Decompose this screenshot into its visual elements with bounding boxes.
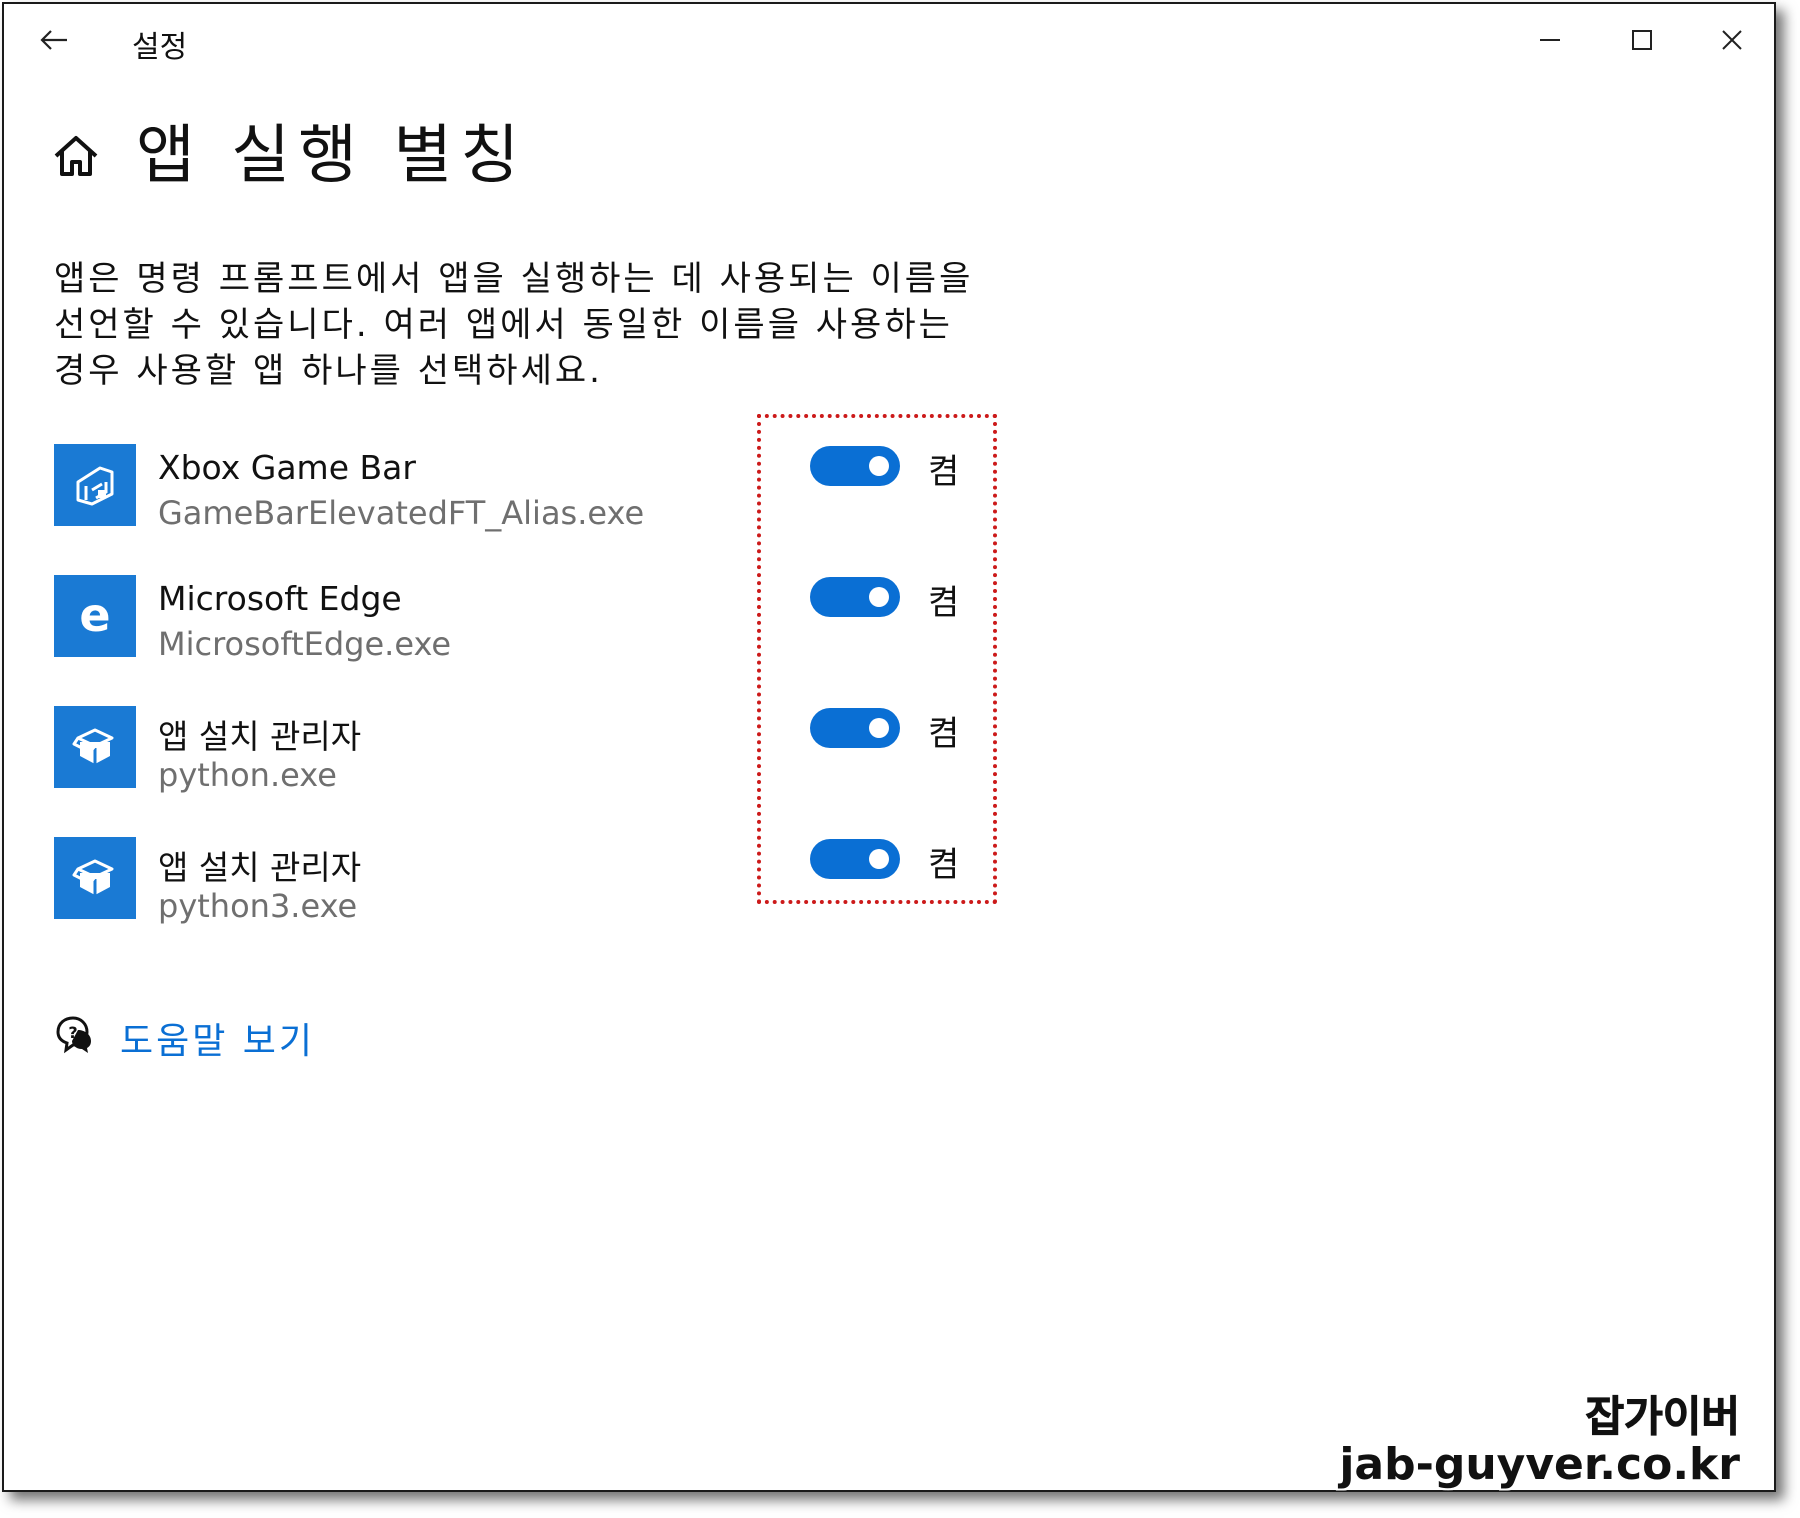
edge-icon: e <box>54 575 136 657</box>
settings-window: 설정 앱 실행 별칭 앱은 명령 프롬프트에서 앱을 실행하는 데 사용되는 이… <box>2 2 1776 1492</box>
watermark: 잡가이버 jab-guyver.co.kr <box>1339 1392 1741 1490</box>
maximize-button[interactable] <box>1606 14 1678 66</box>
page-title: 앱 실행 별칭 <box>136 119 528 193</box>
xbox-game-bar-icon <box>54 444 136 526</box>
alias-app-name: 앱 설치 관리자 <box>158 848 362 887</box>
watermark-url: jab-guyver.co.kr <box>1339 1439 1740 1490</box>
back-arrow-icon <box>40 30 67 50</box>
home-icon[interactable] <box>48 128 104 184</box>
alias-app-name: 앱 설치 관리자 <box>158 717 362 756</box>
help-link[interactable]: 도움말 보기 <box>120 1012 315 1064</box>
svg-text:?: ? <box>68 1023 77 1042</box>
toggle-highlight-box <box>757 414 997 904</box>
maximize-icon <box>1632 30 1652 50</box>
window-title: 설정 <box>132 30 188 65</box>
title-bar: 설정 <box>4 4 1774 80</box>
alias-exe-name: MicrosoftEdge.exe <box>158 625 452 663</box>
watermark-brand: 잡가이버 <box>1585 1392 1741 1441</box>
alias-exe-name: python3.exe <box>158 887 358 925</box>
svg-text:e: e <box>79 591 110 641</box>
alias-app-name: Microsoft Edge <box>158 579 402 618</box>
page-description: 앱은 명령 프롬프트에서 앱을 실행하는 데 사용되는 이름을 선언할 수 있습… <box>54 259 974 391</box>
alias-exe-name: python.exe <box>158 756 337 794</box>
minimize-icon <box>1540 39 1560 41</box>
help-chat-icon: ? <box>56 1016 91 1054</box>
close-button[interactable] <box>1696 14 1768 66</box>
app-installer-icon <box>54 837 136 919</box>
alias-exe-name: GameBarElevatedFT_Alias.exe <box>158 494 645 532</box>
alias-app-name: Xbox Game Bar <box>158 448 416 487</box>
close-icon <box>1722 30 1742 50</box>
minimize-button[interactable] <box>1514 14 1586 66</box>
app-installer-icon <box>54 706 136 788</box>
back-button[interactable] <box>26 14 82 66</box>
